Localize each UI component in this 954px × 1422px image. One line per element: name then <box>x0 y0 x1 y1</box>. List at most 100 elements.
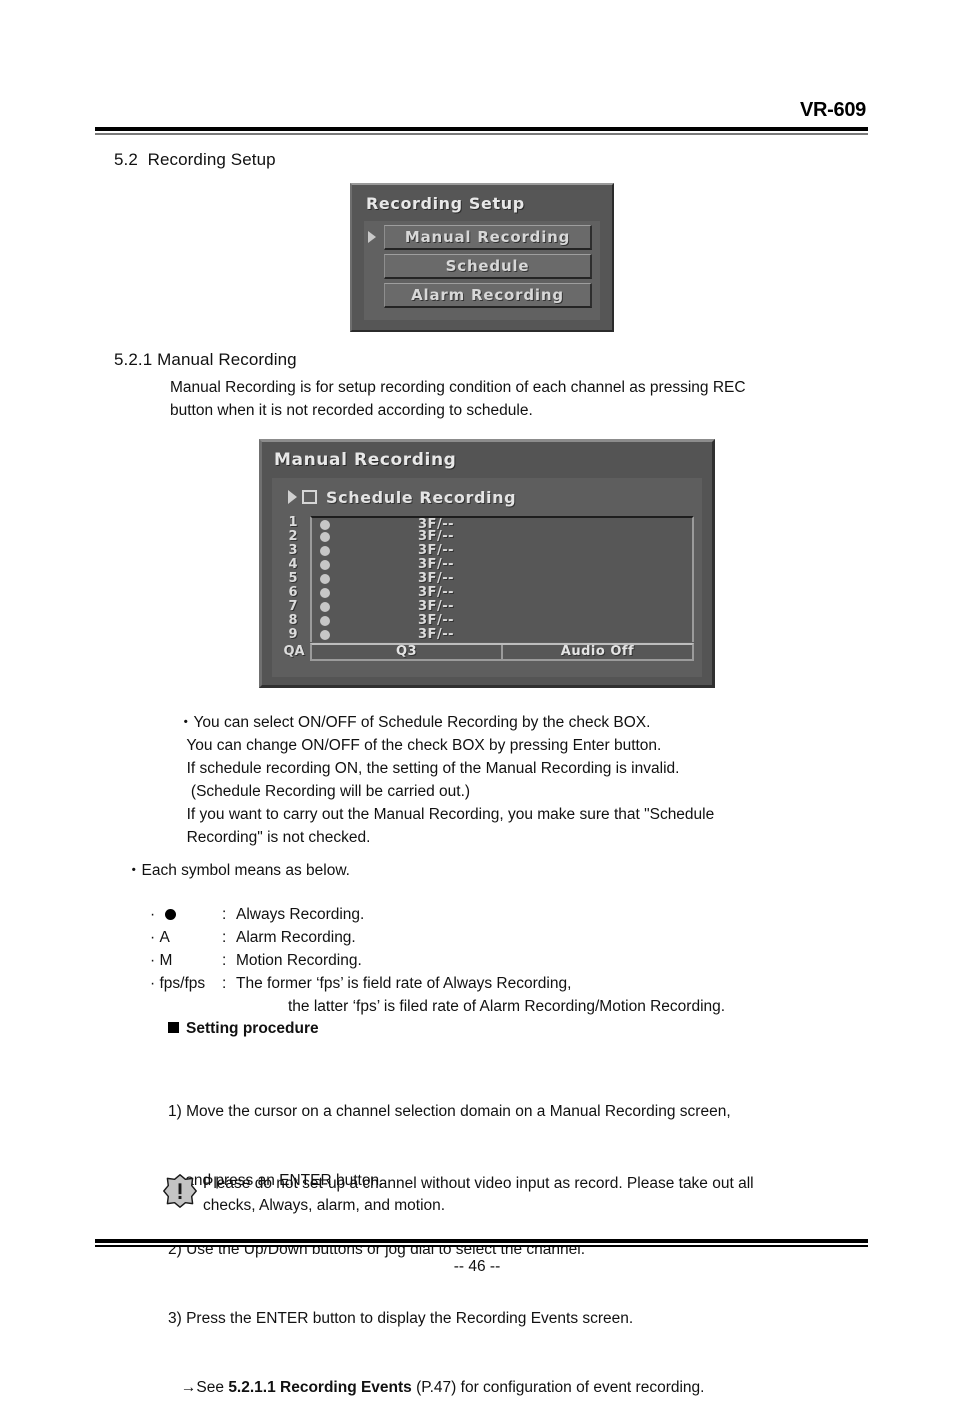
channel-rows: 1 3F/-- 2 3F/-- 3 3F/-- 4 3F/-- 5 3F/-- 6 3F/-- 7 3F/… <box>280 516 694 642</box>
manual-recording-screenshot: Manual Recording Schedule Recording 1 3F/… <box>259 439 715 688</box>
setting-procedure-heading: Setting procedure <box>168 1020 319 1038</box>
header-divider <box>95 127 868 135</box>
channel-number: 3 <box>288 543 298 558</box>
procedure-step-1: 1) Move the cursor on a channel selectio… <box>168 1103 731 1120</box>
section-heading-5-2-1: 5.2.1 Manual Recording <box>114 350 297 369</box>
symbol-note-intro: ・Each symbol means as below. <box>126 862 350 879</box>
qa-row-label: QA <box>283 644 305 659</box>
cross-reference-prefix: →See <box>168 1379 229 1396</box>
channel-frame-rate: 3F/-- <box>418 543 454 558</box>
channel-setting-cell[interactable]: 3F/-- <box>310 530 694 544</box>
recording-setup-title: Recording Setup <box>366 194 525 213</box>
menu-row-manual-recording: Manual Recording <box>364 225 600 250</box>
legend-row-motion: · M : Motion Recording. <box>150 949 725 972</box>
channel-row[interactable]: 4 3F/-- <box>280 558 694 572</box>
page-header: VR-609 <box>95 100 868 135</box>
menu-item-alarm-recording[interactable]: Alarm Recording <box>384 283 592 308</box>
channel-setting-cell[interactable]: 3F/-- <box>310 544 694 558</box>
menu-item-manual-recording[interactable]: Manual Recording <box>384 225 592 250</box>
channel-frame-rate: 3F/-- <box>418 627 454 642</box>
channel-row[interactable]: 3 3F/-- <box>280 544 694 558</box>
right-triangle-cursor-icon <box>368 231 376 243</box>
legend-key-fps-text: fps/fps <box>159 975 206 992</box>
setting-procedure-heading-text: Setting procedure <box>186 1020 319 1037</box>
legend-key-fps: · fps/fps <box>150 975 206 992</box>
legend-desc-always: Always Recording. <box>236 906 365 923</box>
qa-audio-cell[interactable]: Audio Off <box>501 645 692 659</box>
section-heading-5-2: 5.2 Recording Setup <box>114 150 276 169</box>
legend-key-alarm-text: A <box>159 929 170 946</box>
recording-setup-panel: Manual Recording Schedule Alarm Recordin… <box>364 221 600 320</box>
channel-frame-rate: 3F/-- <box>418 613 454 628</box>
qa-row: QA Q3 Audio Off <box>280 643 694 661</box>
channel-number: 9 <box>288 627 298 642</box>
channel-frame-rate: 3F/-- <box>418 571 454 586</box>
schedule-recording-checkbox[interactable] <box>302 490 317 504</box>
channel-setting-cell[interactable]: 3F/-- <box>310 628 694 642</box>
channel-row[interactable]: 6 3F/-- <box>280 586 694 600</box>
warning-note-text: Please do not set-up a channel without v… <box>203 1175 754 1214</box>
legend-separator: : <box>222 952 227 969</box>
warning-note: Please do not set-up a channel without v… <box>162 1172 754 1217</box>
filled-circle-icon <box>165 909 177 920</box>
manual-recording-panel: Schedule Recording 1 3F/-- 2 3F/-- 3 3F/-- 4 3F… <box>272 478 702 677</box>
channel-setting-cell[interactable]: 3F/-- <box>310 600 694 614</box>
legend-key-alarm: · A <box>150 929 170 946</box>
page-number: -- 46 -- <box>453 1258 501 1275</box>
channel-number: 4 <box>288 557 298 572</box>
channel-frame-rate: 3F/-- <box>418 557 454 572</box>
model-name: VR-609 <box>799 99 866 121</box>
cross-reference-link[interactable]: 5.2.1.1 Recording Events <box>228 1379 412 1396</box>
channel-number: 8 <box>288 613 298 628</box>
channel-frame-rate: 3F/-- <box>418 599 454 614</box>
schedule-recording-note: ・You can select ON/OFF of Schedule Recor… <box>178 714 715 846</box>
channel-setting-cell[interactable]: 3F/-- <box>310 586 694 600</box>
right-triangle-cursor-icon <box>288 490 297 504</box>
symbol-legend: · : Always Recording. · A : Alarm Record… <box>150 903 725 1018</box>
channel-number: 1 <box>288 515 298 530</box>
channel-row[interactable]: 1 3F/-- <box>280 515 694 532</box>
manual-recording-title: Manual Recording <box>274 450 457 470</box>
setting-procedure-steps: 1) Move the cursor on a channel selectio… <box>168 1054 731 1422</box>
schedule-recording-label: Schedule Recording <box>326 487 517 507</box>
legend-separator: : <box>222 975 227 992</box>
legend-row-always: · : Always Recording. <box>150 903 725 926</box>
menu-row-alarm-recording: Alarm Recording <box>364 283 600 308</box>
qa-quality-cell[interactable]: Q3 <box>312 645 501 659</box>
channel-row[interactable]: 7 3F/-- <box>280 600 694 614</box>
manual-recording-intro-paragraph: Manual Recording is for setup recording … <box>170 379 746 419</box>
legend-row-alarm: · A : Alarm Recording. <box>150 926 725 949</box>
legend-row-fps: · fps/fps : The former ‘fps’ is field ra… <box>150 972 725 995</box>
footer-divider <box>95 1239 868 1247</box>
legend-key-motion: · M <box>150 952 173 969</box>
menu-item-schedule[interactable]: Schedule <box>384 254 592 279</box>
channel-frame-rate: 3F/-- <box>418 585 454 600</box>
exclamation-burst-icon <box>163 1174 197 1208</box>
channel-number: 2 <box>288 529 298 544</box>
cross-reference-suffix: (P.47) for configuration of event record… <box>411 1379 705 1396</box>
channel-row[interactable]: 5 3F/-- <box>280 572 694 586</box>
channel-setting-cell[interactable]: 3F/-- <box>310 572 694 586</box>
channel-setting-cell[interactable]: 3F/-- <box>310 614 694 628</box>
menu-row-schedule: Schedule <box>364 254 600 279</box>
channel-row[interactable]: 9 3F/-- <box>280 628 694 642</box>
qa-row-cells: Q3 Audio Off <box>310 643 694 661</box>
channel-table: 1 3F/-- 2 3F/-- 3 3F/-- 4 3F/-- 5 3F/-- 6 3F/-- 7 3F/… <box>280 516 694 664</box>
channel-row[interactable]: 2 3F/-- <box>280 530 694 544</box>
channel-row[interactable]: 8 3F/-- <box>280 614 694 628</box>
legend-desc-motion: Motion Recording. <box>236 952 362 969</box>
channel-setting-cell[interactable]: 3F/-- <box>310 516 694 532</box>
legend-key-motion-text: M <box>159 952 173 969</box>
legend-desc-alarm: Alarm Recording. <box>236 929 356 946</box>
legend-separator: : <box>222 906 227 923</box>
filled-square-icon <box>168 1022 179 1033</box>
legend-key-always: · <box>150 903 222 926</box>
channel-setting-cell[interactable]: 3F/-- <box>310 558 694 572</box>
channel-number: 7 <box>288 599 298 614</box>
legend-separator: : <box>222 929 227 946</box>
schedule-recording-row[interactable]: Schedule Recording <box>288 484 516 510</box>
legend-desc-fps-continued: the latter ‘fps’ is filed rate of Alarm … <box>288 998 726 1015</box>
channel-frame-rate: 3F/-- <box>418 529 454 544</box>
procedure-step-3: 3) Press the ENTER button to display the… <box>168 1310 634 1327</box>
channel-number: 5 <box>288 571 298 586</box>
